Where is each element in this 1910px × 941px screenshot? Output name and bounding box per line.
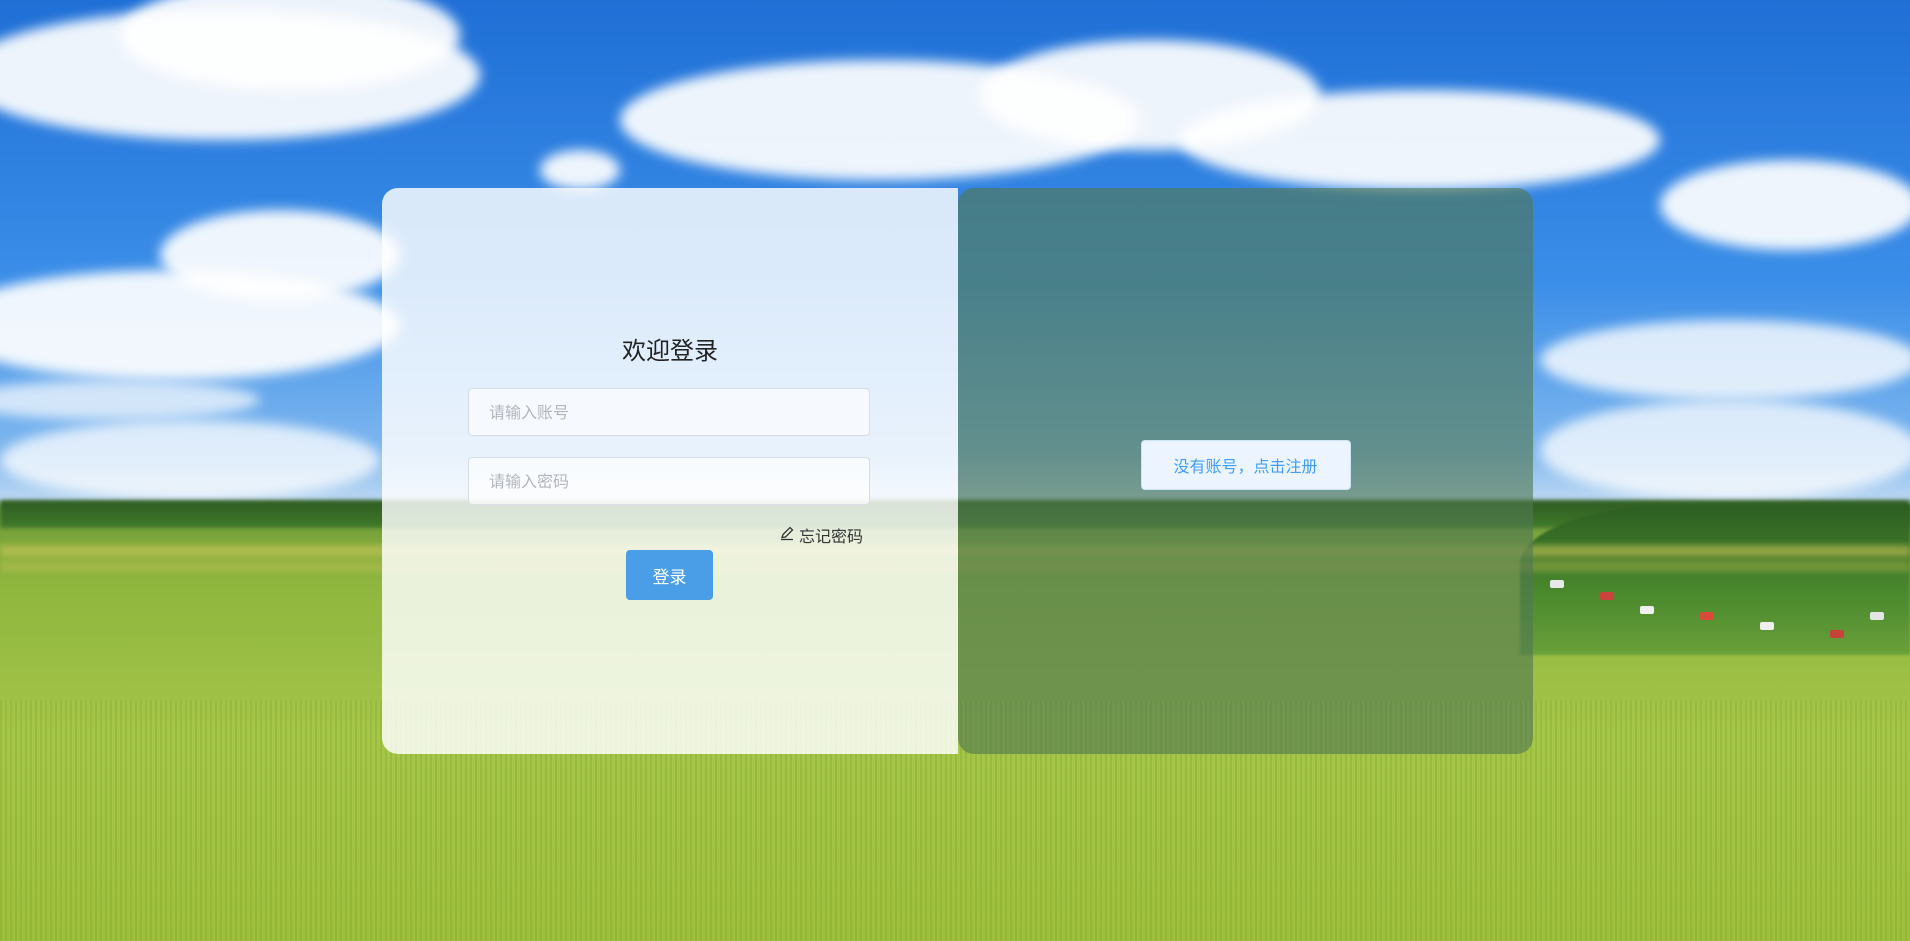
cloud xyxy=(540,150,620,190)
house xyxy=(1830,630,1844,638)
register-button[interactable]: 没有账号，点击注册 xyxy=(1140,440,1351,490)
forgot-password-label: 忘记密码 xyxy=(798,527,863,546)
house xyxy=(1640,606,1654,614)
cloud xyxy=(0,420,380,500)
forest-hill xyxy=(1520,505,1910,655)
edit-pencil-icon xyxy=(779,525,795,545)
forgot-password-link[interactable]: 忘记密码 xyxy=(779,523,863,547)
house xyxy=(1870,612,1884,620)
cloud xyxy=(1180,90,1660,190)
cloud xyxy=(1540,320,1910,400)
register-panel: 没有账号，点击注册 xyxy=(958,188,1533,754)
login-panel: 欢迎登录 忘记密码 登录 xyxy=(382,188,958,754)
house xyxy=(1550,580,1564,588)
login-card: 欢迎登录 忘记密码 登录 没有账号，点击注册 xyxy=(382,188,1533,754)
cloud xyxy=(1660,160,1910,250)
account-input[interactable] xyxy=(468,388,870,436)
cloud xyxy=(160,210,400,300)
house xyxy=(1600,592,1614,600)
cloud xyxy=(0,380,260,420)
house xyxy=(1760,622,1774,630)
house xyxy=(1700,612,1714,620)
login-button[interactable]: 登录 xyxy=(626,550,713,600)
login-title: 欢迎登录 xyxy=(622,337,718,365)
password-input[interactable] xyxy=(468,457,870,505)
cloud xyxy=(1540,400,1910,500)
